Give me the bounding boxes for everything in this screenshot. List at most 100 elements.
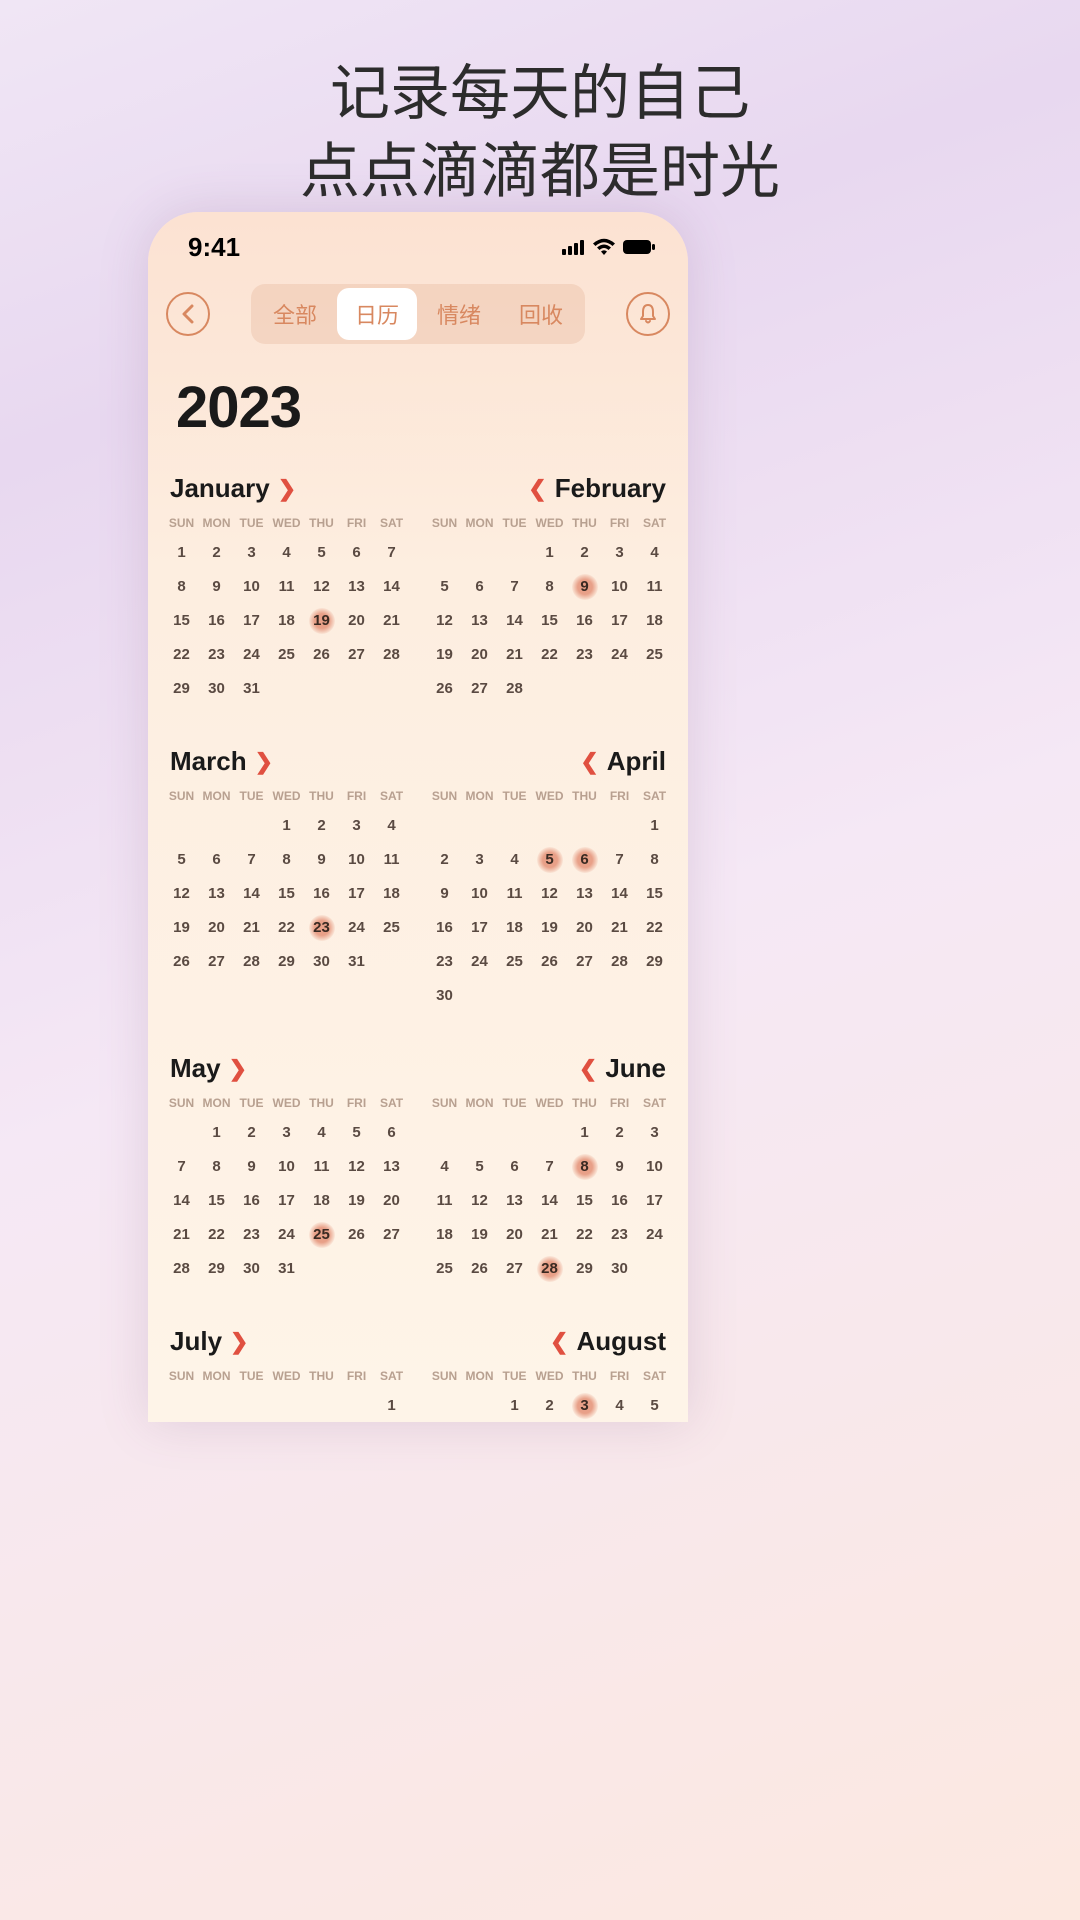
day-cell[interactable]: 2 [234,1116,269,1150]
day-cell[interactable]: 27 [567,945,602,979]
day-cell[interactable]: 4 [497,843,532,877]
day-cell[interactable]: 14 [374,570,409,604]
day-cell[interactable]: 5 [304,536,339,570]
day-cell[interactable]: 24 [234,638,269,672]
day-cell[interactable]: 7 [602,843,637,877]
day-cell[interactable]: 2 [199,536,234,570]
day-cell[interactable]: 18 [304,1184,339,1218]
day-cell[interactable]: 28 [164,1252,199,1286]
day-cell[interactable]: 1 [567,1116,602,1150]
day-cell[interactable]: 26 [304,638,339,672]
day-cell[interactable]: 27 [374,1218,409,1252]
day-cell[interactable]: 9 [199,570,234,604]
month-header[interactable]: ❮February [427,451,672,516]
day-cell[interactable]: 6 [462,570,497,604]
day-cell[interactable]: 17 [637,1184,672,1218]
day-cell[interactable]: 6 [374,1116,409,1150]
day-cell[interactable]: 22 [637,911,672,945]
day-cell[interactable]: 7 [497,570,532,604]
day-cell[interactable]: 1 [532,536,567,570]
months-grid[interactable]: January❯SUNMONTUEWEDTHUFRISAT12345678910… [148,451,688,1422]
day-cell[interactable]: 15 [637,877,672,911]
month-header[interactable]: July❯ [164,1304,409,1369]
day-cell[interactable]: 26 [339,1218,374,1252]
day-cell[interactable]: 16 [199,604,234,638]
day-cell[interactable]: 30 [199,672,234,706]
day-cell[interactable]: 17 [269,1184,304,1218]
day-cell[interactable]: 29 [567,1252,602,1286]
day-cell[interactable]: 24 [462,945,497,979]
day-cell[interactable]: 11 [269,570,304,604]
day-cell[interactable]: 2 [532,1389,567,1422]
day-cell[interactable]: 20 [374,1184,409,1218]
back-button[interactable] [166,292,210,336]
day-cell[interactable]: 7 [374,536,409,570]
day-cell[interactable]: 12 [427,604,462,638]
day-cell[interactable]: 3 [602,536,637,570]
day-cell[interactable]: 9 [427,877,462,911]
day-cell[interactable]: 1 [497,1389,532,1422]
day-cell[interactable]: 10 [269,1150,304,1184]
day-cell[interactable]: 11 [304,1150,339,1184]
day-cell[interactable]: 24 [637,1218,672,1252]
day-cell[interactable]: 21 [164,1218,199,1252]
day-cell[interactable]: 7 [164,1150,199,1184]
day-cell[interactable]: 24 [269,1218,304,1252]
day-cell[interactable]: 16 [567,604,602,638]
day-cell[interactable]: 9 [567,570,602,604]
day-cell[interactable]: 16 [602,1184,637,1218]
day-cell[interactable]: 14 [532,1184,567,1218]
day-cell[interactable]: 19 [304,604,339,638]
day-cell[interactable]: 30 [427,979,462,1013]
day-cell[interactable]: 20 [199,911,234,945]
day-cell[interactable]: 6 [199,843,234,877]
day-cell[interactable]: 6 [567,843,602,877]
day-cell[interactable]: 10 [637,1150,672,1184]
day-cell[interactable]: 19 [164,911,199,945]
day-cell[interactable]: 25 [304,1218,339,1252]
day-cell[interactable]: 18 [269,604,304,638]
day-cell[interactable]: 22 [567,1218,602,1252]
day-cell[interactable]: 14 [602,877,637,911]
day-cell[interactable]: 25 [637,638,672,672]
day-cell[interactable]: 12 [339,1150,374,1184]
day-cell[interactable]: 21 [374,604,409,638]
day-cell[interactable]: 7 [532,1150,567,1184]
day-cell[interactable]: 25 [427,1252,462,1286]
day-cell[interactable]: 5 [427,570,462,604]
day-cell[interactable]: 23 [304,911,339,945]
day-cell[interactable]: 11 [427,1184,462,1218]
day-cell[interactable]: 8 [199,1150,234,1184]
day-cell[interactable]: 22 [269,911,304,945]
day-cell[interactable]: 1 [269,809,304,843]
day-cell[interactable]: 6 [339,536,374,570]
day-cell[interactable]: 1 [199,1116,234,1150]
day-cell[interactable]: 18 [374,877,409,911]
day-cell[interactable]: 30 [602,1252,637,1286]
day-cell[interactable]: 27 [497,1252,532,1286]
tab-2[interactable]: 情绪 [419,288,499,340]
day-cell[interactable]: 18 [497,911,532,945]
day-cell[interactable]: 16 [304,877,339,911]
day-cell[interactable]: 23 [567,638,602,672]
day-cell[interactable]: 20 [497,1218,532,1252]
day-cell[interactable]: 15 [567,1184,602,1218]
day-cell[interactable]: 27 [339,638,374,672]
month-header[interactable]: ❮April [427,724,672,789]
month-header[interactable]: May❯ [164,1031,409,1096]
day-cell[interactable]: 23 [427,945,462,979]
day-cell[interactable]: 21 [532,1218,567,1252]
day-cell[interactable]: 15 [164,604,199,638]
month-header[interactable]: ❮August [427,1304,672,1369]
day-cell[interactable]: 12 [164,877,199,911]
day-cell[interactable]: 26 [164,945,199,979]
day-cell[interactable]: 15 [532,604,567,638]
day-cell[interactable]: 1 [374,1389,409,1422]
day-cell[interactable]: 23 [234,1218,269,1252]
day-cell[interactable]: 24 [602,638,637,672]
day-cell[interactable]: 8 [164,570,199,604]
day-cell[interactable]: 22 [164,638,199,672]
day-cell[interactable]: 30 [234,1252,269,1286]
day-cell[interactable]: 5 [164,843,199,877]
day-cell[interactable]: 8 [269,843,304,877]
